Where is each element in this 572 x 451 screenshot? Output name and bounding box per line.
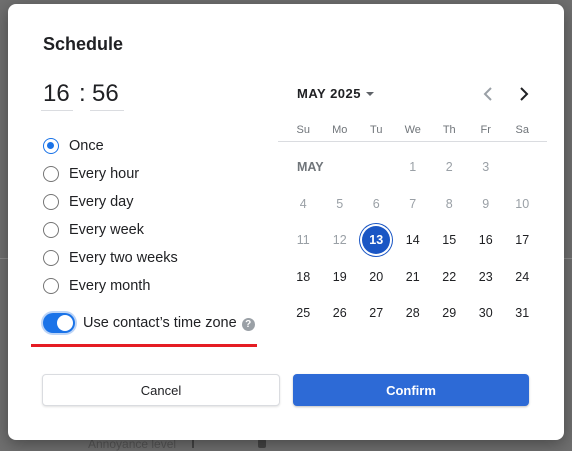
dialog-title: Schedule: [43, 34, 124, 54]
weekday-label: Th: [442, 124, 456, 136]
frequency-option-every-week[interactable]: Every week: [43, 216, 178, 244]
weekday-label: Tu: [370, 124, 383, 136]
calendar-day[interactable]: 16: [468, 233, 505, 247]
calendar-day-selected[interactable]: 13: [358, 226, 395, 255]
month-year-label: MAY 2025: [297, 86, 361, 101]
previous-month-button[interactable]: [476, 82, 500, 106]
time-separator: :: [79, 80, 86, 107]
calendar-day[interactable]: 19: [322, 270, 359, 284]
calendar-divider: [278, 141, 547, 142]
calendar-day: 8: [445, 196, 453, 211]
help-icon[interactable]: ?: [241, 317, 255, 331]
calendar-day[interactable]: 14: [395, 233, 432, 247]
calendar-day[interactable]: 30: [468, 306, 505, 320]
annotation-underline: [31, 344, 257, 347]
frequency-option-label: Every week: [69, 222, 144, 238]
toggle-knob: [57, 315, 73, 331]
calendar-day: 3: [482, 160, 490, 175]
calendar-day: 5: [336, 196, 344, 211]
calendar-day[interactable]: 31: [504, 306, 541, 320]
cancel-button[interactable]: Cancel: [42, 374, 280, 406]
calendar-week: 4 5 6 7 8 9 10: [285, 186, 547, 223]
calendar-day[interactable]: 24: [504, 270, 541, 284]
frequency-option-every-month[interactable]: Every month: [43, 272, 178, 300]
timezone-setting: Use contact’s time zone ?: [43, 313, 255, 333]
minutes-underline: [90, 110, 124, 111]
weekday-label: Mo: [332, 124, 348, 136]
frequency-option-once[interactable]: Once: [43, 132, 178, 160]
calendar-week: 18 19 20 21 22 23 24: [285, 259, 547, 296]
caret-down-icon: [366, 91, 374, 96]
chevron-right-icon: [520, 87, 529, 101]
frequency-option-every-day[interactable]: Every day: [43, 188, 178, 216]
calendar-day: 12: [332, 233, 347, 248]
calendar-day[interactable]: 21: [395, 270, 432, 284]
calendar-day[interactable]: 23: [468, 270, 505, 284]
calendar-day: 4: [299, 196, 307, 211]
timezone-label: Use contact’s time zone: [83, 315, 237, 331]
next-month-button[interactable]: [512, 82, 536, 106]
calendar-day: 1: [409, 160, 417, 175]
confirm-button[interactable]: Confirm: [293, 374, 529, 406]
timezone-toggle[interactable]: [43, 313, 75, 333]
month-year-dropdown[interactable]: MAY 2025: [297, 86, 374, 101]
calendar-day[interactable]: 22: [431, 270, 468, 284]
weekday-label: We: [404, 124, 421, 136]
schedule-dialog: Schedule 16 : 56 Once Every hour Every d…: [8, 4, 564, 440]
weekday-header: Su Mo Tu We Th Fr Sa: [285, 124, 547, 136]
frequency-option-every-hour[interactable]: Every hour: [43, 160, 178, 188]
backdrop-divider: [0, 258, 8, 259]
calendar-day[interactable]: 15: [431, 233, 468, 247]
backdrop-divider: [564, 258, 572, 259]
calendar-day: 11: [296, 233, 310, 248]
minutes-input[interactable]: 56: [92, 80, 119, 108]
selected-day-label: 13: [362, 226, 391, 255]
frequency-option-label: Every two weeks: [69, 250, 178, 266]
radio[interactable]: [43, 250, 59, 266]
calendar-day: 9: [482, 196, 490, 211]
radio[interactable]: [43, 166, 59, 182]
calendar-day: 10: [515, 196, 530, 211]
frequency-option-label: Every hour: [69, 166, 140, 182]
backdrop-icon: [258, 439, 266, 448]
frequency-option-label: Once: [69, 138, 104, 154]
calendar-day[interactable]: 28: [395, 306, 432, 320]
month-label: MAY: [297, 160, 324, 175]
calendar-day: 6: [372, 196, 380, 211]
backdrop-marker: [192, 439, 194, 448]
calendar-week: MAY 1 2 3: [285, 149, 547, 186]
radio[interactable]: [43, 278, 59, 294]
calendar-day[interactable]: 18: [285, 270, 322, 284]
weekday-label: Sa: [515, 124, 529, 136]
calendar-day[interactable]: 27: [358, 306, 395, 320]
calendar-day[interactable]: 29: [431, 306, 468, 320]
calendar-day[interactable]: 20: [358, 270, 395, 284]
frequency-option-label: Every month: [69, 278, 151, 294]
radio-selected[interactable]: [43, 138, 59, 154]
calendar-day[interactable]: 25: [285, 306, 322, 320]
calendar-day: 2: [445, 160, 453, 175]
hours-input[interactable]: 16: [43, 80, 70, 108]
hours-underline: [41, 110, 73, 111]
calendar-day[interactable]: 26: [322, 306, 359, 320]
calendar-day[interactable]: 17: [504, 233, 541, 247]
calendar-week: 25 26 27 28 29 30 31: [285, 295, 547, 332]
frequency-option-label: Every day: [69, 194, 134, 210]
chevron-left-icon: [483, 87, 492, 101]
calendar-day: 7: [409, 196, 417, 211]
calendar-week: 11 12 13 14 15 16 17: [285, 222, 547, 259]
calendar-grid: MAY 1 2 3 4 5 6 7 8 9 10 11 12 13 14 15 …: [285, 149, 547, 332]
radio[interactable]: [43, 222, 59, 238]
frequency-radio-group: Once Every hour Every day Every week Eve…: [43, 132, 178, 300]
weekday-label: Fr: [480, 124, 491, 136]
weekday-label: Su: [296, 124, 310, 136]
frequency-option-every-two-weeks[interactable]: Every two weeks: [43, 244, 178, 272]
radio[interactable]: [43, 194, 59, 210]
